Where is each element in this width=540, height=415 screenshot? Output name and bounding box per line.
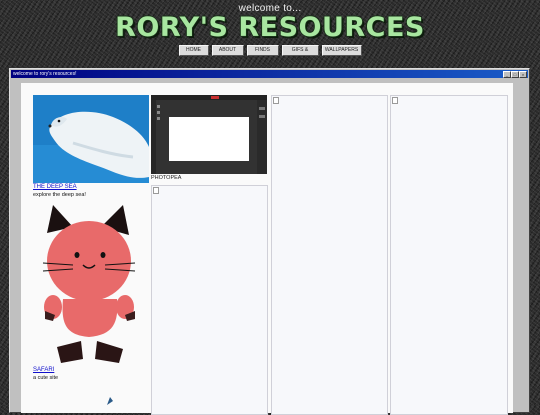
close-icon[interactable]: × (519, 71, 527, 78)
window-title: welcome to rory's resources! (13, 71, 77, 77)
cat-image[interactable] (33, 203, 149, 363)
nav-wallpapers-button[interactable]: WALLPAPERS (321, 45, 362, 56)
image-card-empty (271, 95, 388, 415)
bird-icon (107, 397, 113, 405)
safari-caption: a cute site (33, 375, 59, 381)
nav-gifs-pixels-button[interactable]: GIFS & PIXELS (281, 45, 319, 62)
window-content: THE DEEP SEA explore the deep sea! SAFAR… (21, 83, 513, 415)
window-titlebar: welcome to rory's resources! _ □ × (11, 70, 528, 78)
image-card-empty (151, 185, 268, 415)
site-title: RORY'S RESOURCES (115, 12, 425, 43)
nav-about-button[interactable]: ABOUT (211, 45, 244, 56)
main-window: welcome to rory's resources! _ □ × THE D… (9, 68, 530, 415)
broken-image-icon (392, 97, 398, 104)
image-card-empty (390, 95, 508, 415)
column-1: THE DEEP SEA explore the deep sea! SAFAR… (33, 95, 151, 415)
photopea-screenshot[interactable] (151, 95, 267, 174)
broken-image-icon (273, 97, 279, 104)
maximize-icon[interactable]: □ (511, 71, 519, 78)
deep-sea-caption: explore the deep sea! (33, 192, 86, 198)
safari-link[interactable]: SAFARI (33, 367, 54, 373)
nav-bar: HOME ABOUT FINDS GIFS & PIXELS WALLPAPER… (0, 45, 540, 62)
nav-home-button[interactable]: HOME (178, 45, 209, 56)
deep-sea-link[interactable]: THE DEEP SEA (33, 184, 77, 190)
column-2: PHOTOPEA (151, 95, 269, 415)
polar-bear-image[interactable] (33, 95, 149, 183)
minimize-icon[interactable]: _ (503, 71, 511, 78)
nav-finds-button[interactable]: FINDS (246, 45, 279, 56)
broken-image-icon (153, 187, 159, 194)
photopea-label: PHOTOPEA (151, 175, 182, 181)
